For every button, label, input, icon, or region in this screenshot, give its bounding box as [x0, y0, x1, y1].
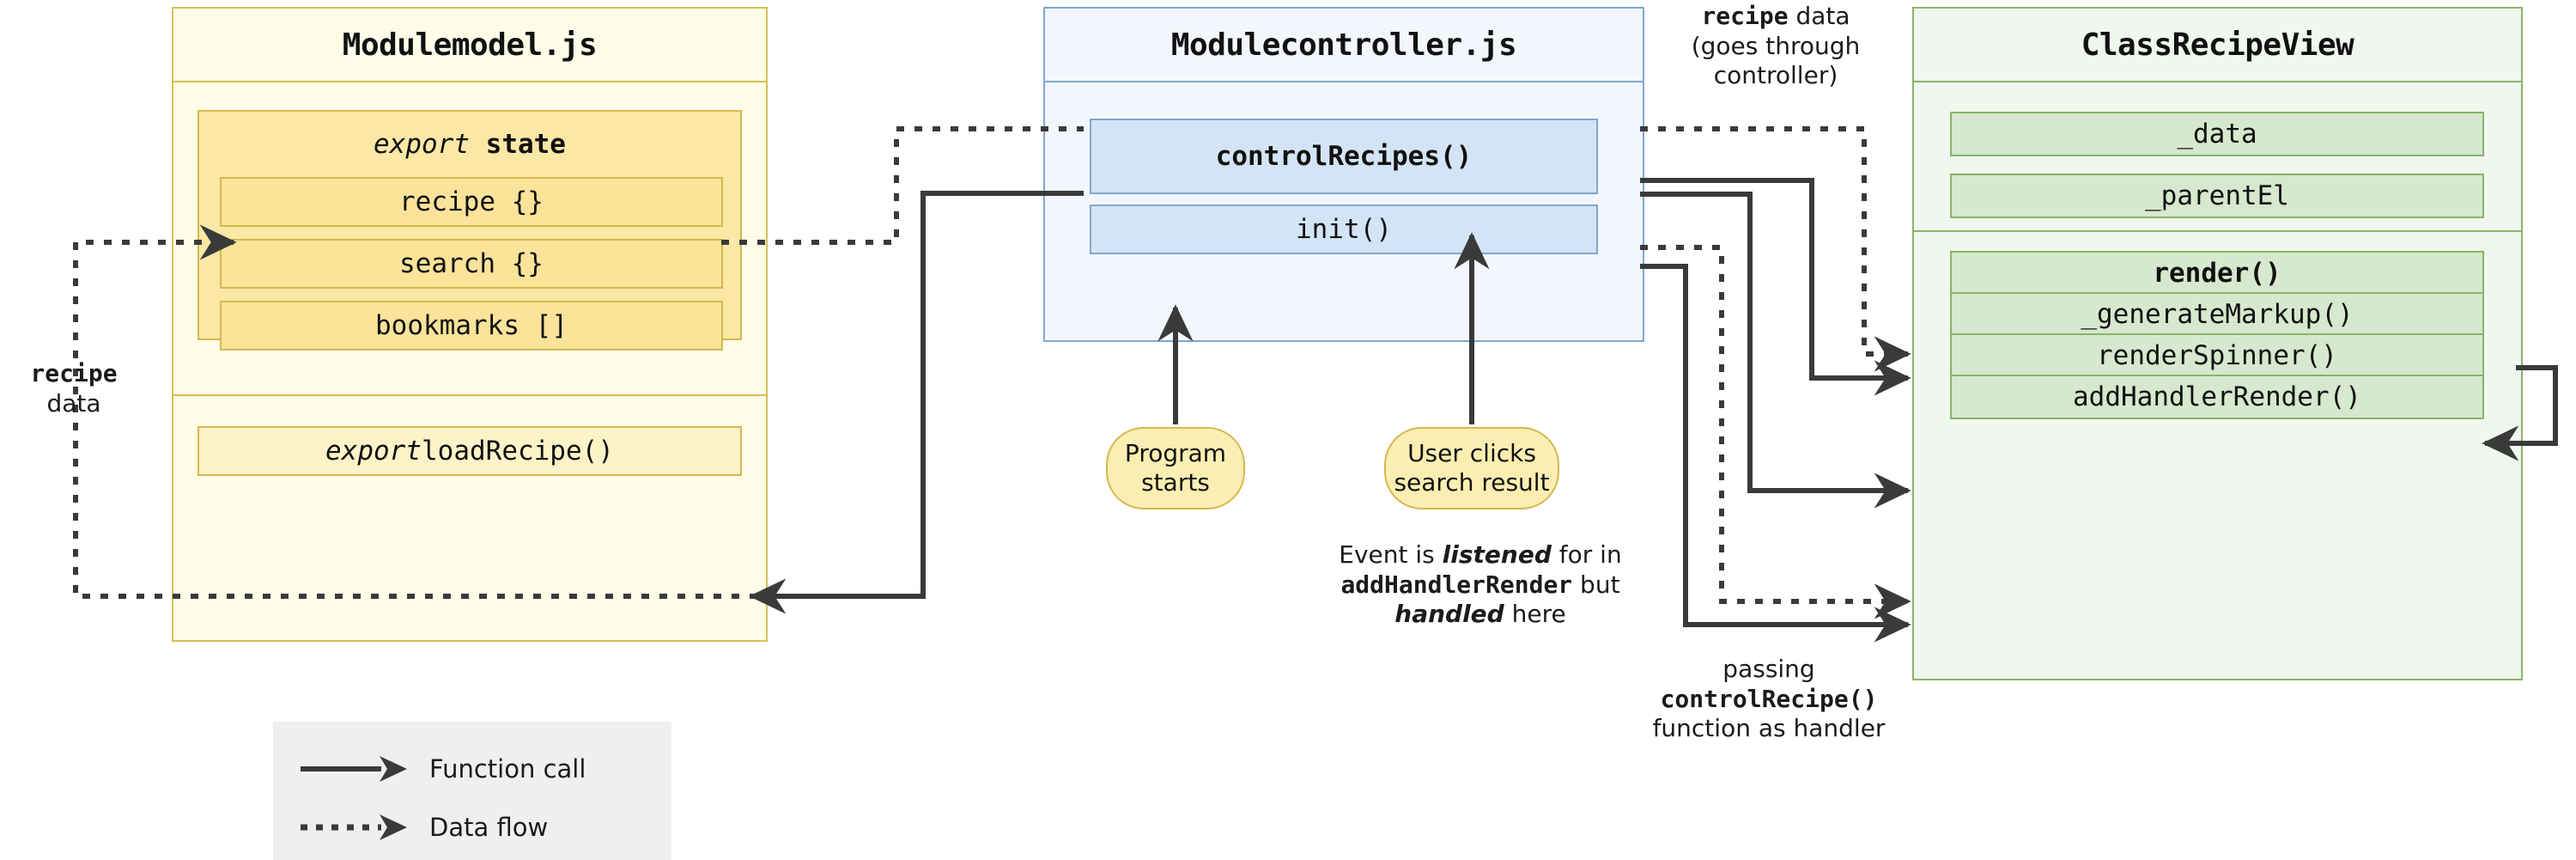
event-bubble-user-clicks: User clicks search result	[1384, 427, 1559, 509]
event-bubble-program-starts: Program starts	[1106, 427, 1245, 509]
event-bubble-program-starts-line1: Program	[1124, 438, 1227, 467]
annotation-event-listened-l2a: addHandlerRender	[1340, 570, 1573, 599]
model-section-divider	[172, 394, 768, 396]
state-item-recipe[interactable]: recipe {}	[220, 177, 723, 227]
class-recipeview-title: Class RecipeView	[1914, 9, 2521, 82]
class-recipeview-title-name: RecipeView	[2172, 27, 2354, 63]
state-item-bookmarks[interactable]: bookmarks []	[220, 301, 723, 351]
annotation-event-listened-l3b: here	[1504, 600, 1566, 629]
event-bubble-program-starts-line2: starts	[1141, 468, 1210, 497]
state-item-search[interactable]: search {}	[220, 239, 723, 289]
view-method-addhandlerrender[interactable]: addHandlerRender()	[1950, 375, 2484, 419]
view-prop-data-label: _data	[2177, 119, 2257, 149]
module-model-body: export state recipe {} search {} bookmar…	[172, 82, 768, 640]
annotation-recipe-data-top-line1: recipe data	[1647, 2, 1905, 32]
annotation-event-listened-l3a: handled	[1394, 600, 1504, 629]
export-state-group: export state recipe {} search {} bookmar…	[197, 110, 742, 351]
controller-fn-controlrecipes-label: controlRecipes()	[1215, 141, 1473, 172]
view-prop-parentel[interactable]: _parentEl	[1950, 174, 2484, 218]
annotation-event-listened-line3: handled here	[1300, 600, 1661, 630]
module-model-panel: Module model.js export state recipe {} s…	[172, 7, 768, 642]
state-name: state	[485, 129, 566, 160]
legend-row-function-call: Function call	[299, 747, 671, 790]
controller-fn-init-label: init()	[1296, 214, 1392, 245]
annotation-event-listened: Event is listened for in addHandlerRende…	[1300, 540, 1661, 630]
module-controller-panel: Module controller.js controlRecipes() in…	[1043, 7, 1644, 342]
view-method-renderspinner-label: renderSpinner()	[2097, 340, 2337, 371]
annotation-event-listened-l1b: listened	[1442, 540, 1552, 569]
module-model-title-prefix: Module	[342, 27, 453, 63]
view-method-renderspinner[interactable]: renderSpinner()	[1950, 333, 2484, 378]
view-method-render-label: render()	[2153, 258, 2281, 289]
legend-dotted-arrow-icon	[301, 814, 407, 840]
view-method-render[interactable]: render()	[1950, 251, 2484, 296]
wire-controlrecipes-to-loadrecipe	[749, 191, 1084, 614]
module-controller-title-name: controller.js	[1279, 27, 1517, 63]
annotation-recipe-data-top-rest: data	[1788, 2, 1850, 30]
model-function-loadrecipe[interactable]: export loadRecipe()	[197, 426, 742, 476]
annotation-event-listened-line1: Event is listened for in	[1300, 540, 1661, 570]
annotation-recipe-data-left-line2: data	[46, 388, 101, 418]
annotation-passing-handler-line3: function as handler	[1652, 714, 1886, 743]
state-item-search-label: search {}	[399, 248, 544, 279]
legend-label-data-flow: Data flow	[429, 813, 549, 842]
wire-controlrecipes-to-render-data	[1640, 126, 1911, 372]
export-keyword: export	[374, 129, 486, 160]
annotation-event-listened-l2b: but	[1572, 570, 1620, 599]
class-recipeview-title-prefix: Class	[2081, 27, 2172, 63]
view-prop-data[interactable]: _data	[1950, 112, 2484, 156]
annotation-event-listened-line2: addHandlerRender but	[1300, 570, 1661, 601]
view-method-generatemarkup-label: _generateMarkup()	[2081, 299, 2354, 330]
module-controller-title-prefix: Module	[1170, 27, 1281, 63]
event-bubble-user-clicks-line1: User clicks	[1407, 438, 1536, 467]
wire-controlrecipes-to-render	[1640, 178, 1911, 396]
legend-label-function-call: Function call	[429, 754, 586, 784]
controller-fn-controlrecipes[interactable]: controlRecipes()	[1090, 119, 1598, 194]
annotation-recipe-data-top-mono: recipe	[1701, 2, 1789, 30]
module-controller-title: Module controller.js	[1045, 9, 1643, 82]
wire-controlrecipes-to-renderspinner	[1640, 192, 1911, 509]
module-controller-body: controlRecipes() init()	[1045, 82, 1643, 340]
annotation-recipe-data-top: recipe data (goes through controller)	[1647, 2, 1905, 91]
loadrecipe-export-keyword: export	[325, 436, 422, 467]
legend-solid-arrow-icon	[301, 756, 407, 782]
class-recipeview-panel: Class RecipeView _data _parentEl render(…	[1912, 7, 2523, 680]
wire-state-recipe-to-controlrecipes	[721, 126, 1084, 245]
state-item-recipe-label: recipe {}	[399, 186, 544, 217]
annotation-passing-handler-line2: controlRecipe()	[1660, 684, 1878, 713]
annotation-recipe-data-top-line3: controller)	[1713, 61, 1838, 90]
view-method-generatemarkup[interactable]: _generateMarkup()	[1950, 292, 2484, 337]
event-bubble-user-clicks-line2: search result	[1394, 468, 1550, 497]
annotation-passing-handler-line1: passing	[1722, 655, 1815, 683]
view-prop-parentel-label: _parentEl	[2145, 180, 2289, 211]
legend-row-data-flow: Data flow	[299, 806, 671, 849]
state-item-bookmarks-label: bookmarks []	[375, 310, 568, 341]
annotation-event-listened-l1c: for in	[1551, 540, 1622, 569]
module-model-title: Module model.js	[173, 9, 766, 82]
annotation-recipe-data-top-line2: (goes through	[1691, 31, 1861, 60]
controller-fn-init[interactable]: init()	[1090, 204, 1598, 254]
annotation-event-listened-l1a: Event is	[1339, 540, 1443, 569]
loadrecipe-name: loadRecipe()	[422, 436, 614, 467]
wire-controlrecipes-to-addhandlerrender-data	[1640, 245, 1911, 619]
annotation-passing-handler: passing controlRecipe() function as hand…	[1606, 655, 1932, 744]
annotation-recipe-data-left-line1: recipe	[30, 359, 118, 387]
diagram-canvas: Module model.js export state recipe {} s…	[0, 0, 2576, 860]
annotation-recipe-data-left: recipe data	[0, 359, 148, 418]
legend-box: Function call Data flow	[273, 722, 671, 860]
class-recipeview-body: _data _parentEl render() _generateMarkup…	[1914, 82, 2521, 679]
view-method-addhandlerrender-label: addHandlerRender()	[2073, 381, 2361, 412]
wire-init-to-addhandlerrender	[1640, 264, 1911, 643]
view-section-divider	[1914, 230, 2521, 232]
export-state-label: export state	[199, 129, 740, 160]
module-model-title-name: model.js	[451, 27, 598, 63]
